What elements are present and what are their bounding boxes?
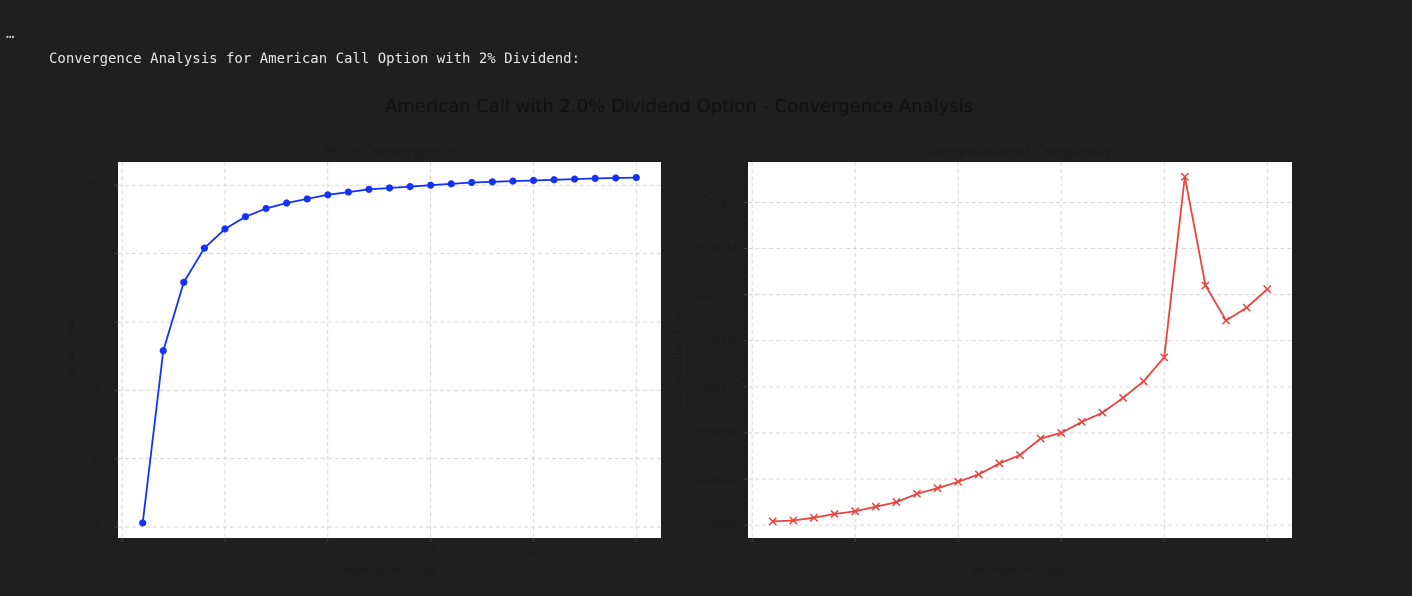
- data-point: [180, 278, 188, 286]
- y-tick-label: 9.0: [94, 384, 112, 397]
- subplot-title: Price Convergence: [324, 144, 455, 160]
- data-point: [571, 175, 579, 183]
- x-tick-label: 0: [749, 545, 756, 558]
- y-tick-label: 0.00025: [696, 473, 742, 486]
- figure-canvas: American Call with 2.0% Dividend Option …: [0, 84, 1412, 596]
- data-point: [303, 195, 311, 203]
- data-point: [365, 185, 373, 193]
- price-convergence-axes: 0 5 10 15 20 25 8.0 8.5 9.0 9.5 10.0 10.5 Price Conv…: [64, 144, 661, 577]
- data-point: [632, 173, 640, 182]
- plot-area: [118, 162, 661, 538]
- y-tick-label: 10.0: [87, 248, 112, 261]
- x-tick-label: 20: [526, 545, 540, 558]
- y-tick-label: 0.00000: [696, 519, 742, 532]
- y-tick-label: 9.5: [94, 316, 112, 329]
- x-tick-label: 25: [629, 545, 643, 558]
- data-point: [447, 180, 455, 188]
- data-point: [591, 174, 599, 183]
- y-tick-label: 0.00175: [696, 197, 742, 210]
- data-point: [406, 183, 414, 191]
- data-point: [344, 188, 352, 196]
- computation-time-axes: 0 5 10 15 20 25 0.00000 0.00025 0.00050 0.00075 0.…: [671, 144, 1292, 577]
- y-tick-label: 8.0: [94, 521, 112, 534]
- data-point: [283, 199, 291, 207]
- data-point: [241, 213, 250, 221]
- subplot-title: Computational Complexity: [927, 144, 1114, 160]
- x-tick-label: 15: [424, 545, 438, 558]
- x-tick-label: 10: [951, 545, 965, 558]
- data-point: [385, 184, 394, 192]
- x-axis-label: Number of Steps: [343, 564, 436, 577]
- data-point: [324, 191, 332, 199]
- x-tick-label: 20: [1157, 545, 1171, 558]
- data-point: [509, 177, 517, 185]
- y-tick-label: 0.00075: [696, 381, 742, 394]
- x-tick-label: 25: [1260, 545, 1274, 558]
- y-tick-label: 0.00150: [696, 243, 742, 256]
- data-point: [221, 225, 229, 233]
- data-point: [427, 181, 435, 189]
- data-point: [200, 244, 208, 252]
- data-point: [262, 204, 270, 213]
- y-axis-label: Option Price: [64, 316, 77, 383]
- x-tick-label: 0: [119, 545, 126, 558]
- x-tick-label: 5: [852, 545, 859, 558]
- x-axis-label: Number of Steps: [974, 564, 1067, 577]
- y-tick-label: 8.5: [94, 453, 112, 466]
- data-point: [529, 176, 538, 185]
- y-axis-label: Computation Time (s): [671, 290, 684, 409]
- plot-area: [748, 162, 1292, 538]
- y-tick-label: 0.00050: [696, 427, 742, 440]
- y-tick-label: 10.5: [87, 179, 112, 192]
- figure-suptitle: American Call with 2.0% Dividend Option …: [385, 96, 973, 117]
- data-point: [139, 519, 147, 527]
- y-tick-label: 0.00125: [696, 289, 742, 302]
- data-point: [488, 178, 496, 186]
- data-point: [612, 174, 620, 182]
- data-point: [468, 178, 476, 187]
- y-tick-label: 0.00100: [696, 335, 742, 348]
- data-point: [550, 176, 558, 184]
- x-tick-label: 15: [1054, 545, 1068, 558]
- data-point: [159, 347, 167, 355]
- x-tick-label: 5: [221, 545, 228, 558]
- x-tick-label: 10: [321, 545, 335, 558]
